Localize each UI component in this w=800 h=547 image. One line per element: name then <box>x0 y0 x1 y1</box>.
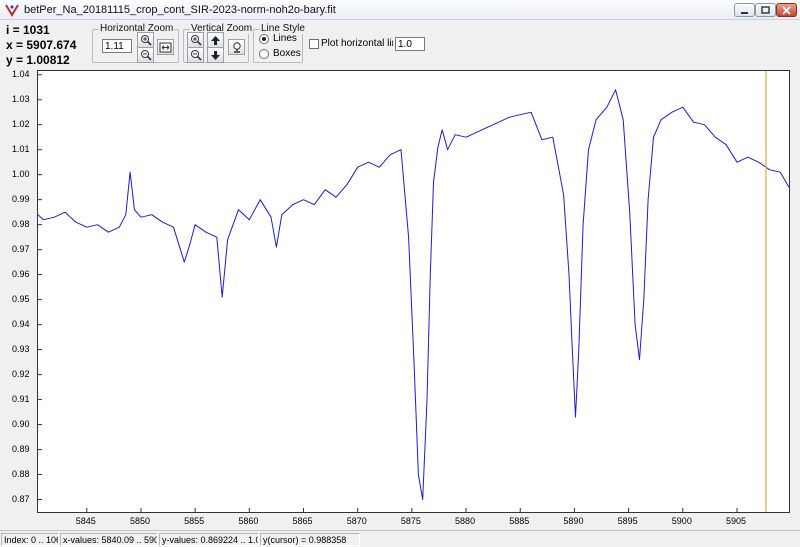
vertical-zoom-group: Vertical Zoom <box>183 23 254 63</box>
app-logo-icon <box>5 4 19 17</box>
minimize-icon <box>741 11 748 14</box>
y-readout: y = 1.00812 <box>6 53 70 67</box>
x-tick-label: 5890 <box>563 516 584 526</box>
zoom-out-icon <box>190 50 202 61</box>
shift-up-button[interactable] <box>207 32 224 48</box>
status-x-values: x-values: 5840.09 .. 5909.97 <box>60 533 158 546</box>
index-readout: i = 1031 <box>6 23 50 37</box>
status-y-values: y-values: 0.869224 .. 1.03405 <box>159 533 259 546</box>
horizontal-line-value-input[interactable] <box>395 37 425 51</box>
title-bar: betPer_Na_20181115_crop_cont_SIR-2023-no… <box>0 0 800 20</box>
x-tick-label: 5880 <box>455 516 476 526</box>
y-tick-label: 1.00 <box>12 168 30 179</box>
y-tick-label: 0.93 <box>12 343 30 354</box>
maximize-icon <box>761 5 770 14</box>
boxes-radio[interactable] <box>259 49 269 59</box>
x-tick-label: 5860 <box>238 516 259 526</box>
arrow-up-icon <box>211 35 220 45</box>
x-tick-label: 5885 <box>509 516 530 526</box>
vertical-fit-button[interactable] <box>228 39 245 55</box>
plot-horizontal-line-label: Plot horizontal line at y = <box>321 38 393 49</box>
y-tick-label: 1.03 <box>12 93 30 104</box>
close-button[interactable] <box>776 3 797 17</box>
maximize-button[interactable] <box>755 3 776 17</box>
zoom-in-icon <box>140 35 152 46</box>
x-tick-label: 5845 <box>75 516 96 526</box>
vertical-zoom-in-button[interactable] <box>187 32 204 48</box>
fit-height-icon <box>232 42 241 53</box>
shift-down-button[interactable] <box>207 47 224 63</box>
horizontal-fit-button[interactable] <box>157 39 174 55</box>
horizontal-zoom-in-button[interactable] <box>137 32 154 48</box>
x-tick-label: 5900 <box>671 516 692 526</box>
y-tick-label: 1.01 <box>12 143 30 154</box>
x-tick-label: 5895 <box>617 516 638 526</box>
status-bar: Index: 0 .. 1066 x-values: 5840.09 .. 59… <box>0 530 800 547</box>
status-y-cursor: y(cursor) = 0.988358 <box>260 533 360 546</box>
y-tick-label: 0.99 <box>12 193 30 204</box>
vertical-zoom-out-button[interactable] <box>187 47 204 63</box>
line-style-group: Line Style Lines Boxes <box>253 23 306 63</box>
y-tick-label: 0.90 <box>12 418 30 429</box>
spectrum-chart <box>38 71 789 512</box>
horizontal-zoom-input[interactable] <box>102 39 132 53</box>
y-tick-label: 0.91 <box>12 393 30 404</box>
boxes-radio-label: Boxes <box>273 48 301 59</box>
close-icon <box>782 5 791 15</box>
zoom-in-icon <box>190 35 202 46</box>
x-readout: x = 5907.674 <box>6 38 77 52</box>
y-tick-label: 0.94 <box>12 318 30 329</box>
arrow-down-icon <box>211 50 220 60</box>
x-tick-label: 5905 <box>725 516 746 526</box>
spectrum-line <box>38 89 789 500</box>
x-tick-label: 5865 <box>292 516 313 526</box>
x-tick-label: 5855 <box>184 516 205 526</box>
y-tick-label: 0.95 <box>12 293 30 304</box>
y-tick-label: 0.89 <box>12 443 30 454</box>
x-tick-label: 5875 <box>400 516 421 526</box>
y-tick-label: 0.92 <box>12 368 30 379</box>
y-tick-label: 1.04 <box>12 68 30 79</box>
zoom-out-icon <box>140 50 152 61</box>
spectrum-plot-area[interactable] <box>37 70 790 513</box>
y-tick-label: 0.88 <box>12 468 30 479</box>
window-title: betPer_Na_20181115_crop_cont_SIR-2023-no… <box>24 4 336 16</box>
minimize-button[interactable] <box>734 3 755 17</box>
lines-radio-label: Lines <box>273 33 297 44</box>
x-tick-label: 5850 <box>129 516 150 526</box>
y-tick-label: 0.98 <box>12 218 30 229</box>
y-tick-label: 0.87 <box>12 493 30 504</box>
horizontal-zoom-group: Horizontal Zoom <box>92 23 179 63</box>
y-tick-label: 0.97 <box>12 243 30 254</box>
status-index: Index: 0 .. 1066 <box>1 533 59 546</box>
y-tick-label: 1.02 <box>12 118 30 129</box>
y-tick-label: 0.96 <box>12 268 30 279</box>
plot-horizontal-line-checkbox[interactable] <box>309 39 319 49</box>
fit-width-icon <box>159 42 172 52</box>
lines-radio[interactable] <box>259 34 269 44</box>
x-tick-label: 5870 <box>346 516 367 526</box>
horizontal-zoom-out-button[interactable] <box>137 47 154 63</box>
